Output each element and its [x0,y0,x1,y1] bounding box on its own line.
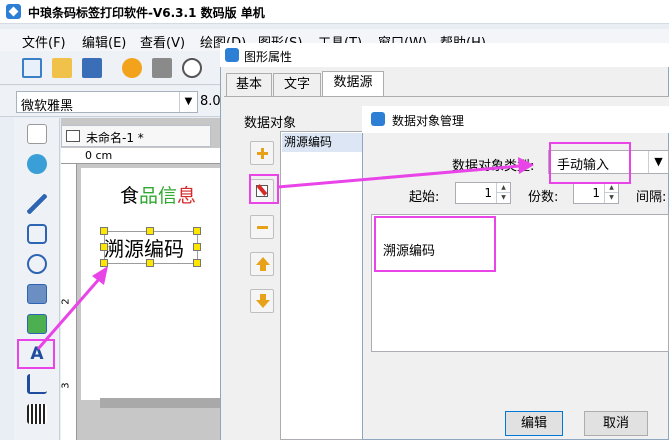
annotation-arrows [36,157,534,350]
arrow-head-2 [518,157,534,174]
arrow-line-2 [277,164,521,189]
arrow-line-1 [36,277,102,350]
